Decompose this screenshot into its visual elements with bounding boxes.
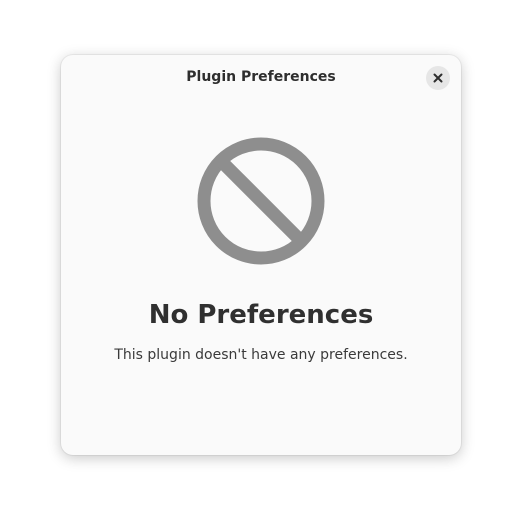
close-button[interactable] bbox=[426, 66, 450, 90]
plugin-preferences-dialog: Plugin Preferences No Preferences This p… bbox=[61, 55, 461, 455]
dialog-headerbar: Plugin Preferences bbox=[61, 55, 461, 101]
status-page-title: No Preferences bbox=[148, 300, 374, 330]
no-entry-icon bbox=[197, 137, 325, 265]
close-icon bbox=[433, 73, 443, 83]
dialog-title: Plugin Preferences bbox=[186, 69, 336, 85]
status-page-description: This plugin doesn't have any preferences… bbox=[114, 347, 408, 363]
